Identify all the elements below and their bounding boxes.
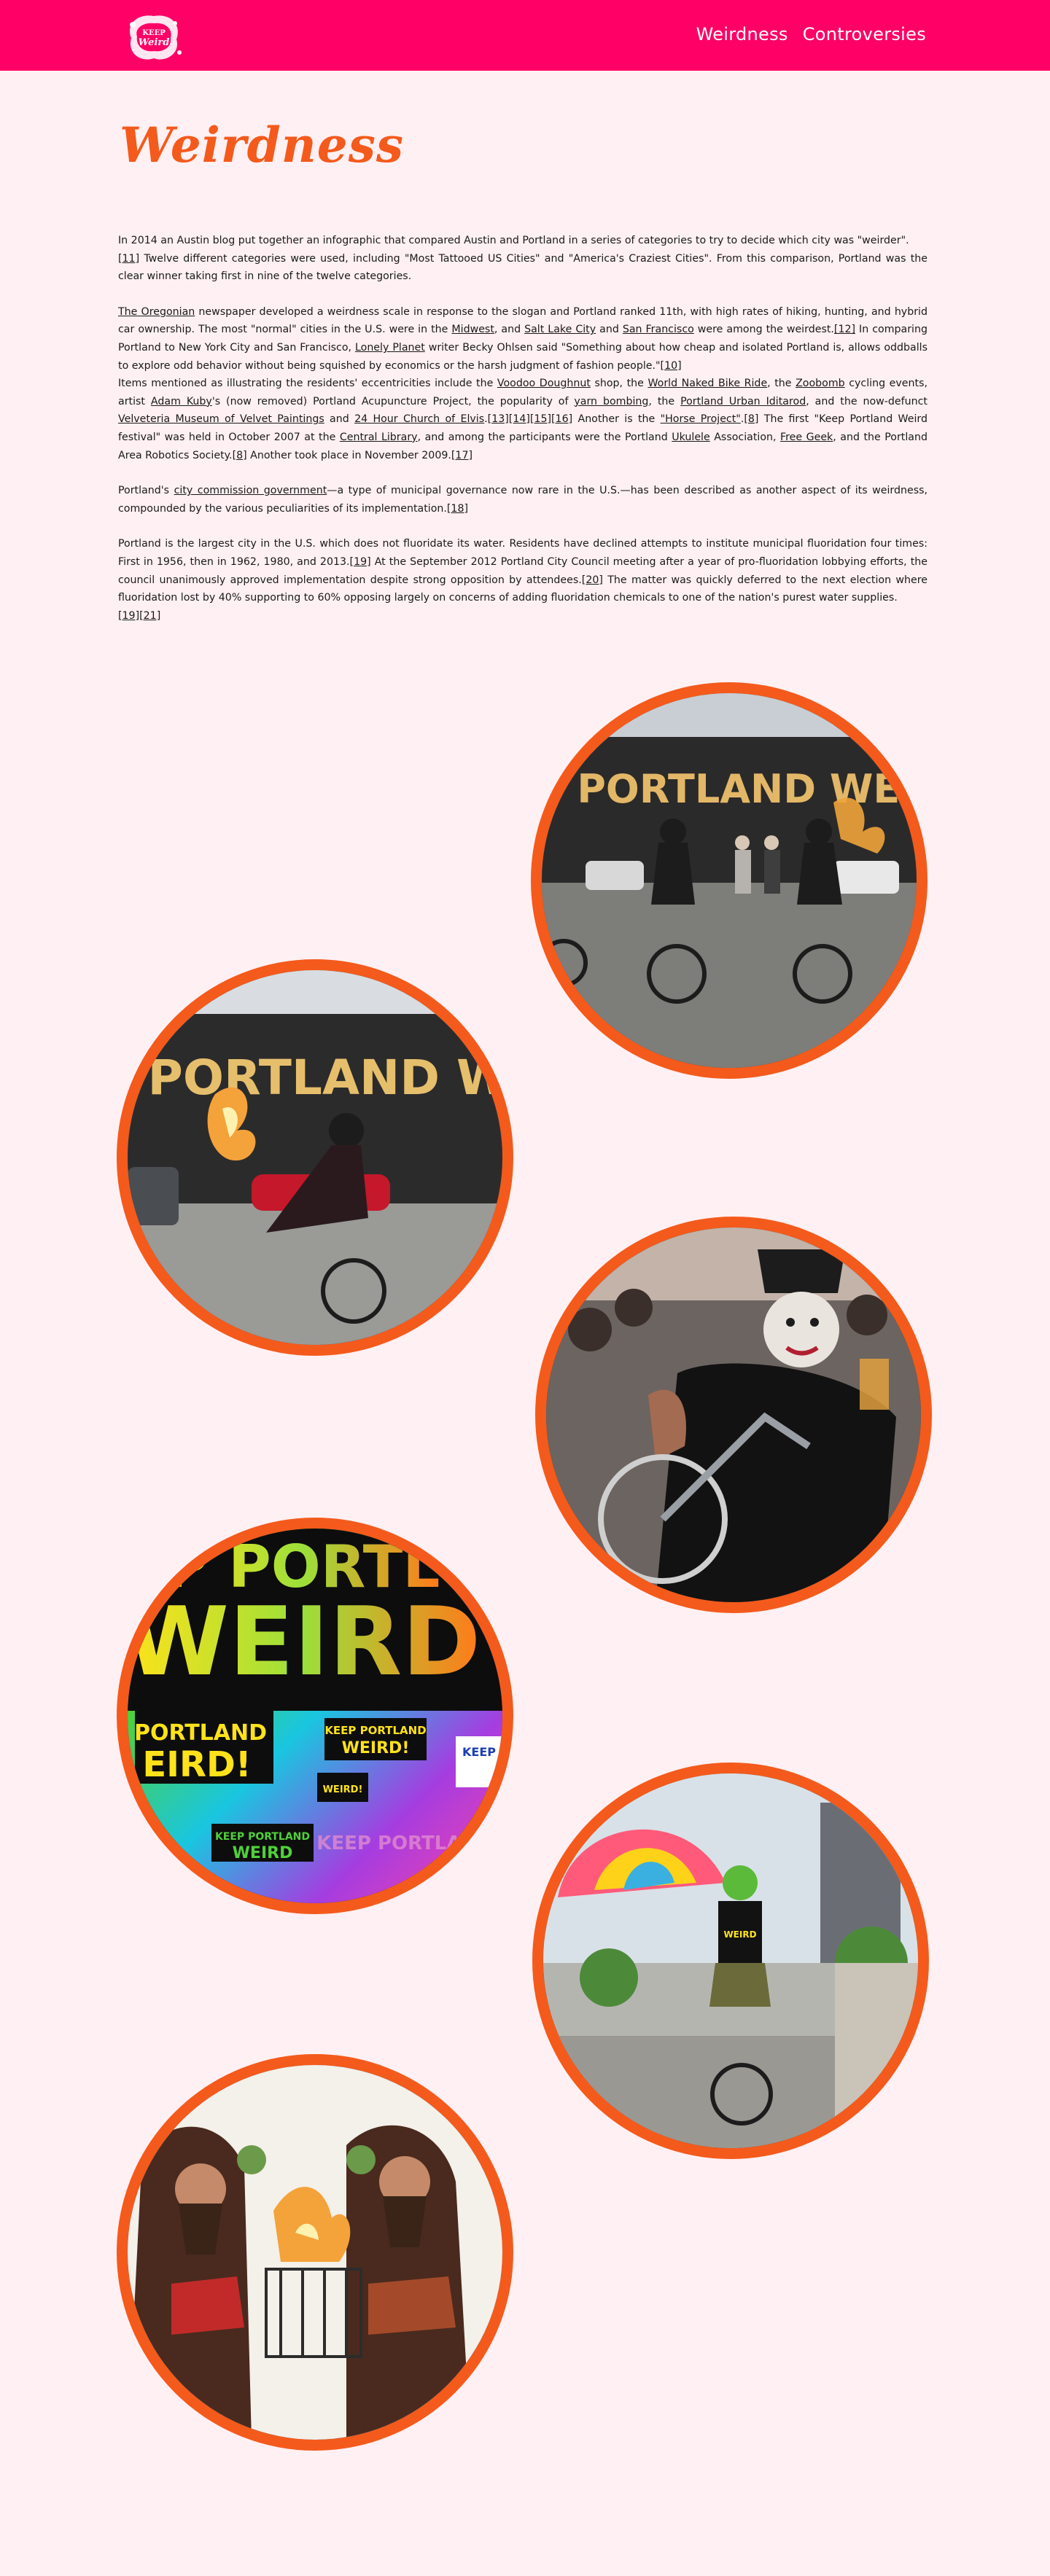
text: In 2014 an Austin blog put together an i… — [118, 235, 909, 246]
link-city-commission-government[interactable]: city commission government — [174, 485, 327, 496]
text: and — [596, 324, 623, 336]
sticker-text: WEIRD — [233, 1844, 293, 1862]
site-logo[interactable]: KEEP Weird — [122, 9, 185, 64]
paragraph-fluoridation: Portland is the largest city in the U.S.… — [118, 535, 928, 625]
photo-vader-unicyclist: P PORTLAND W — [117, 959, 513, 1356]
text: , and the now-defunct — [806, 395, 928, 407]
photo-clown-bicycle — [535, 1217, 932, 1613]
link-yarn-bombing[interactable]: yarn bombing — [574, 396, 648, 407]
link-voodoo-doughnut[interactable]: Voodoo Doughnut — [497, 378, 591, 389]
reference-link[interactable]: [18] — [447, 503, 468, 515]
photo-sign-text: P PORTLAND W — [128, 1050, 502, 1106]
reference-link[interactable]: [13][14][15][16] — [488, 413, 573, 425]
site-header: KEEP Weird Weirdness Controversies — [0, 0, 1050, 71]
link-adam-kuby[interactable]: Adam Kuby — [151, 396, 212, 407]
text: Portland's — [118, 485, 174, 497]
link-ukulele[interactable]: Ukulele — [672, 432, 710, 443]
link-velveteria[interactable]: Velveteria Museum of Velvet Paintings — [118, 413, 324, 425]
link-san-francisco[interactable]: San Francisco — [623, 324, 694, 335]
sticker-text: WEIRD — [128, 1586, 481, 1697]
svg-text:Weird: Weird — [139, 37, 170, 48]
sticker-text: PORTLAND — [134, 1720, 267, 1746]
text: , and — [494, 324, 525, 336]
text: , the — [648, 395, 681, 407]
text: Association, — [709, 431, 781, 443]
page-title: Weirdness — [120, 117, 405, 173]
reference-link[interactable]: [17] — [451, 450, 472, 461]
photo-kilt-umbrella-unicyclist: WEIRD — [532, 1763, 929, 2159]
text: Another is the — [572, 413, 661, 426]
sticker-text: KEEP PORTLAND — [324, 1724, 426, 1737]
reference-link[interactable]: [10] — [661, 360, 682, 372]
reference-link[interactable]: [8] — [744, 413, 758, 425]
reference-link[interactable]: [12] — [834, 324, 855, 335]
text: , and among the participants were the Po… — [417, 431, 672, 443]
reference-link[interactable]: [19] — [350, 556, 371, 568]
photo-sign-text: EEP PORTLAND WEIRD — [542, 766, 917, 812]
text: 's (now removed) Portland Acupuncture Pr… — [211, 395, 575, 407]
main-nav: Weirdness Controversies — [696, 24, 926, 44]
paragraph-city-commission: Portland's city commission government—a … — [118, 482, 928, 518]
link-portland-urban-iditarod[interactable]: Portland Urban Iditarod — [680, 396, 806, 407]
link-world-naked-bike-ride[interactable]: World Naked Bike Ride — [648, 378, 767, 389]
paragraph-weirdness-scale: The Oregonian newspaper developed a weir… — [118, 303, 928, 464]
reference-link[interactable]: [11] — [118, 253, 139, 265]
nav-weirdness-link[interactable]: Weirdness — [696, 24, 788, 44]
text: and — [324, 413, 355, 426]
link-horse-project[interactable]: "Horse Project" — [661, 413, 741, 425]
sticker-text: WEIRD! — [342, 1739, 410, 1757]
link-central-library[interactable]: Central Library — [340, 432, 418, 443]
photo-costumed-performers — [117, 2054, 513, 2451]
link-lonely-planet[interactable]: Lonely Planet — [355, 342, 425, 354]
sticker-text: KEEP PORTLAND — [316, 1833, 493, 1854]
sticker-text: EIRD! — [142, 1744, 251, 1785]
article-body: In 2014 an Austin blog put together an i… — [118, 232, 928, 642]
text: Items mentioned as illustrating the resi… — [118, 378, 497, 390]
sticker-text: WEIRD! — [323, 1784, 363, 1795]
photo-shirt-text: WEIRD — [723, 1929, 756, 1940]
photo-unicyclists-sign: EEP PORTLAND WEIRD — [531, 682, 928, 1079]
link-salt-lake-city[interactable]: Salt Lake City — [524, 324, 596, 335]
text: were among the weirdest. — [693, 324, 834, 336]
link-church-of-elvis[interactable]: 24 Hour Church of Elvis — [354, 413, 484, 425]
link-zoobomb[interactable]: Zoobomb — [796, 378, 845, 389]
text: Another took place in November 2009. — [246, 449, 451, 461]
text: Twelve different categories were used, i… — [118, 252, 928, 283]
reference-link[interactable]: [19][21] — [118, 610, 160, 622]
nav-controversies-link[interactable]: Controversies — [803, 24, 926, 44]
reference-link[interactable]: [20] — [582, 574, 603, 586]
text: , the — [767, 378, 796, 390]
photo-rainbow-stickers: P PORTL WEIRD PORTLAND EIRD! KEEP PORTLA… — [117, 1518, 513, 1914]
link-midwest[interactable]: Midwest — [451, 324, 494, 335]
svg-text:KEEP: KEEP — [142, 29, 166, 37]
paragraph-austin-comparison: In 2014 an Austin blog put together an i… — [118, 232, 928, 286]
sticker-text: KEEP PORTLAND — [215, 1831, 310, 1843]
reference-link[interactable]: [8] — [233, 450, 247, 461]
sticker-text: KEEP — [462, 1745, 496, 1759]
text: shop, the — [590, 378, 648, 390]
link-oregonian[interactable]: The Oregonian — [118, 306, 195, 318]
link-free-geek[interactable]: Free Geek — [780, 432, 833, 443]
